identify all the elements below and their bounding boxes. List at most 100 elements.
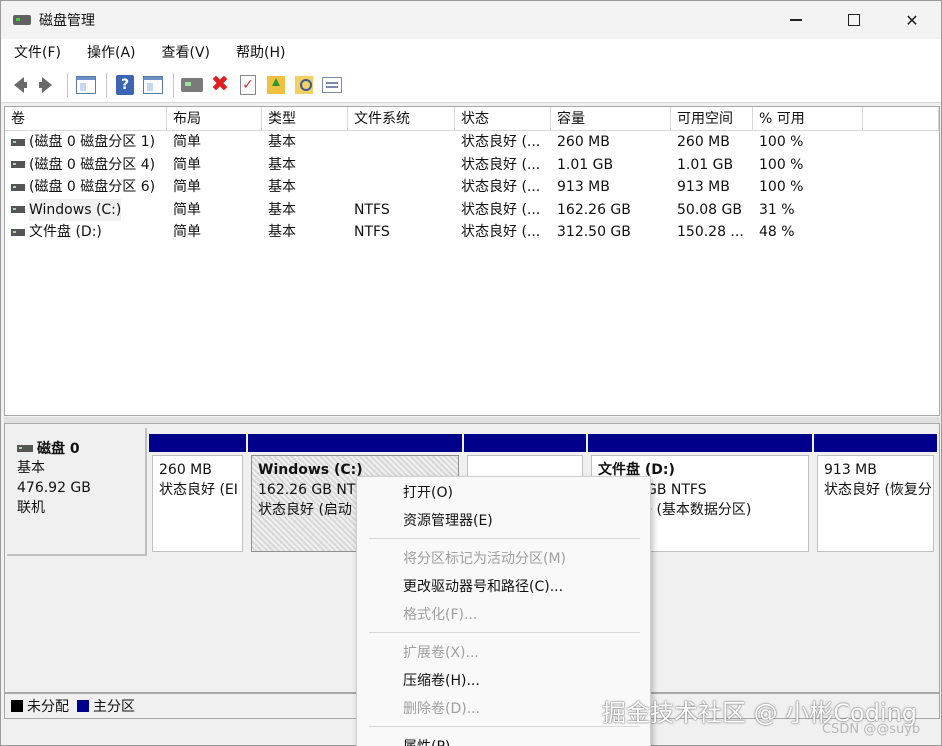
cell-volume: Windows (C:) xyxy=(29,198,122,221)
column-header-capacity[interactable]: 容量 xyxy=(551,107,671,131)
menu-separator xyxy=(369,538,640,539)
cell-volume: (磁盘 0 磁盘分区 1) xyxy=(29,134,156,151)
cell-free-space: 913 MB xyxy=(677,179,730,196)
toolbar-separator xyxy=(106,72,107,97)
search-icon xyxy=(295,75,313,94)
volume-icon xyxy=(11,228,25,236)
column-header-filesystem[interactable]: 文件系统 xyxy=(348,107,455,131)
menu-action[interactable]: 操作(A) xyxy=(74,39,149,67)
menu-help[interactable]: 帮助(H) xyxy=(223,39,298,67)
cell-type: 基本 xyxy=(268,134,296,151)
menu-item-open[interactable]: 打开(O) xyxy=(403,483,453,503)
toolbar-separator xyxy=(67,72,68,97)
folder-up-button[interactable] xyxy=(264,73,288,97)
console-tree-button[interactable] xyxy=(74,73,98,97)
cell-layout: 简单 xyxy=(173,134,201,151)
check-button[interactable]: ✓ xyxy=(236,73,260,97)
column-header-percent-free[interactable]: % 可用 xyxy=(753,107,863,131)
volume-icon xyxy=(11,183,25,191)
cell-filesystem: NTFS xyxy=(354,201,390,218)
volume-icon xyxy=(11,161,25,169)
menu-file[interactable]: 文件(F) xyxy=(1,39,74,67)
table-row[interactable]: (磁盘 0 磁盘分区 1) 简单 基本 状态良好 (... 260 MB 260… xyxy=(5,131,939,154)
cell-type: 基本 xyxy=(268,156,296,173)
cell-volume: (磁盘 0 磁盘分区 4) xyxy=(29,156,156,173)
connect-drive-icon xyxy=(181,77,203,92)
cell-capacity: 312.50 GB xyxy=(557,224,631,241)
close-icon: ✕ xyxy=(905,10,919,30)
disk-status: 联机 xyxy=(17,500,45,516)
maximize-button[interactable] xyxy=(825,1,883,39)
partition-body: 260 MB 状态良好 (EI xyxy=(152,455,243,552)
partition-size: 913 MB xyxy=(824,462,877,478)
cell-capacity: 913 MB xyxy=(557,179,610,196)
partition-recovery-6[interactable]: 913 MB 状态良好 (恢复分 xyxy=(814,434,937,552)
column-header-status[interactable]: 状态 xyxy=(455,107,551,131)
table-row[interactable]: (磁盘 0 磁盘分区 4) 简单 基本 状态良好 (... 1.01 GB 1.… xyxy=(5,154,939,177)
maximize-icon xyxy=(848,14,860,26)
menu-item-format: 格式化(F)... xyxy=(403,607,478,623)
search-button[interactable] xyxy=(292,73,316,97)
window-title: 磁盘管理 xyxy=(39,13,95,29)
close-button[interactable]: ✕ xyxy=(883,1,941,39)
minimize-icon xyxy=(790,19,802,21)
help-button[interactable]: ? xyxy=(113,73,137,97)
show-hide-button[interactable] xyxy=(141,73,165,97)
cell-percent-free: 31 % xyxy=(759,201,795,218)
menu-item-properties[interactable]: 属性(P) xyxy=(403,737,450,746)
cell-free-space: 50.08 GB xyxy=(677,201,742,218)
column-header-free-space[interactable]: 可用空间 xyxy=(671,107,753,131)
cell-layout: 简单 xyxy=(173,156,201,173)
cell-status: 状态良好 (... xyxy=(461,201,541,218)
partition-efi[interactable]: 260 MB 状态良好 (EI xyxy=(149,434,246,552)
cell-volume: (磁盘 0 磁盘分区 6) xyxy=(29,179,156,196)
column-header-volume[interactable]: 卷 xyxy=(5,107,167,131)
partition-status: 状态良好 (恢复分 xyxy=(824,482,932,498)
cell-layout: 简单 xyxy=(173,201,201,218)
minimize-button[interactable] xyxy=(767,1,825,39)
menu-item-change-drive-letter[interactable]: 更改驱动器号和路径(C)... xyxy=(403,577,563,597)
table-row[interactable]: (磁盘 0 磁盘分区 6) 简单 基本 状态良好 (... 913 MB 913… xyxy=(5,176,939,199)
disk-0-label[interactable]: 磁盘 0 基本 476.92 GB 联机 xyxy=(7,428,147,556)
cell-capacity: 1.01 GB xyxy=(557,156,614,173)
watermark-csdn: CSDN @@suyb xyxy=(822,722,921,737)
delete-button[interactable]: ✖ xyxy=(208,72,232,97)
legend-swatch-unallocated xyxy=(11,700,23,712)
menu-item-shrink-volume[interactable]: 压缩卷(H)... xyxy=(403,671,480,691)
connect-drive-button[interactable] xyxy=(180,73,204,97)
cell-layout: 简单 xyxy=(173,224,201,241)
cell-volume: 文件盘 (D:) xyxy=(29,224,102,241)
volume-list: 卷 布局 类型 文件系统 状态 容量 可用空间 % 可用 (磁盘 0 磁盘分区 … xyxy=(4,106,940,416)
properties-button[interactable] xyxy=(320,73,344,97)
partition-header-bar xyxy=(464,434,586,452)
cell-status: 状态良好 (... xyxy=(461,156,541,173)
toolbar-separator xyxy=(173,72,174,97)
folder-up-icon xyxy=(267,75,285,94)
back-button[interactable] xyxy=(7,73,31,97)
column-header-type[interactable]: 类型 xyxy=(262,107,348,131)
legend-primary: 主分区 xyxy=(93,699,135,715)
cell-free-space: 260 MB xyxy=(677,134,730,151)
menu-bar: 文件(F) 操作(A) 查看(V) 帮助(H) xyxy=(1,39,941,67)
table-row[interactable]: 文件盘 (D:) 简单 基本 NTFS 状态良好 (... 312.50 GB … xyxy=(5,221,939,244)
table-row[interactable]: Windows (C:) 简单 基本 NTFS 状态良好 (... 162.26… xyxy=(5,198,939,222)
cell-percent-free: 48 % xyxy=(759,224,795,241)
forward-button[interactable] xyxy=(35,73,59,97)
cell-free-space: 150.28 ... xyxy=(677,224,744,241)
menu-item-explorer[interactable]: 资源管理器(E) xyxy=(403,511,493,531)
column-header-layout[interactable]: 布局 xyxy=(167,107,262,131)
disk-size: 476.92 GB xyxy=(17,480,91,496)
cell-percent-free: 100 % xyxy=(759,134,804,151)
properties-icon xyxy=(322,76,342,93)
menu-item-mark-active: 将分区标记为活动分区(M) xyxy=(403,551,567,567)
cell-type: 基本 xyxy=(268,224,296,241)
show-hide-icon xyxy=(143,75,163,94)
legend-swatch-primary xyxy=(77,700,89,712)
cell-layout: 简单 xyxy=(173,179,201,196)
menu-view[interactable]: 查看(V) xyxy=(149,39,224,67)
cell-filesystem: NTFS xyxy=(354,224,390,241)
partition-header-bar xyxy=(149,434,246,452)
toolbar: ? ✖ ✓ xyxy=(1,67,941,103)
check-icon: ✓ xyxy=(240,74,256,95)
volume-icon xyxy=(11,206,25,214)
